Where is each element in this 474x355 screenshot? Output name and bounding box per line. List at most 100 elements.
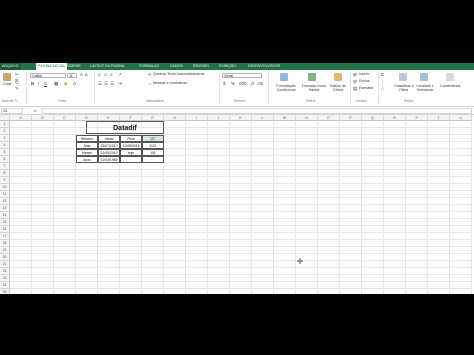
column-header[interactable]: J — [208, 115, 230, 121]
tab-file[interactable]: ARQUIVO — [0, 63, 21, 70]
font-size-box[interactable]: 11 — [67, 73, 77, 78]
fx-icon[interactable]: fx — [34, 108, 37, 114]
row-header[interactable]: 7 — [0, 163, 10, 170]
conditional-formatting-icon[interactable] — [280, 73, 288, 81]
table-cell[interactable]: 1121 — [142, 142, 164, 149]
delete-cells-button[interactable]: Excluir — [359, 79, 370, 84]
autosum-icon[interactable]: Σ — [381, 72, 384, 77]
tab-formulas[interactable]: FÓRMULAS — [139, 63, 159, 70]
tab-view[interactable]: EXIBIÇÃO — [219, 63, 236, 70]
row-header[interactable]: 11 — [0, 191, 10, 198]
column-header[interactable]: M — [274, 115, 296, 121]
row-header[interactable]: 21 — [0, 261, 10, 268]
comments-button[interactable]: Comentários — [440, 84, 460, 89]
column-header[interactable]: A — [10, 115, 32, 121]
format-as-table-icon[interactable] — [308, 73, 316, 81]
comma-style-icon[interactable]: 000 — [239, 81, 247, 86]
row-header[interactable]: 17 — [0, 233, 10, 240]
row-header[interactable]: 19 — [0, 247, 10, 254]
tab-review[interactable]: REVISÃO — [193, 63, 209, 70]
table-cell[interactable]: 11/08/2014 — [120, 142, 142, 149]
cut-icon[interactable]: ✂ — [15, 72, 19, 77]
format-cells-button[interactable]: Formatar — [359, 86, 374, 91]
wrap-text-button[interactable]: Quebrar Texto Automaticamente — [153, 72, 204, 77]
table-cell[interactable] — [120, 156, 142, 163]
italic-icon[interactable]: I — [38, 81, 39, 86]
merge-center-icon[interactable]: ⇔ — [148, 81, 153, 86]
row-header[interactable]: 9 — [0, 177, 10, 184]
row-header[interactable]: 18 — [0, 240, 10, 247]
bold-icon[interactable]: N — [31, 81, 34, 86]
table-header-cell[interactable]: Inicial — [98, 135, 120, 142]
table-cell[interactable]: Dias — [76, 142, 98, 149]
row-header[interactable]: 8 — [0, 170, 10, 177]
align-middle-icon[interactable]: ≡ — [104, 72, 107, 77]
row-header[interactable]: 14 — [0, 212, 10, 219]
increase-decimal-icon[interactable]: ,0 — [250, 81, 254, 86]
align-left-icon[interactable]: ☰ — [98, 81, 102, 86]
column-header[interactable]: I — [186, 115, 208, 121]
cell-styles-button[interactable]: Estilos de Célula — [327, 84, 349, 92]
paste-icon[interactable] — [3, 73, 11, 81]
table-cell[interactable]: 01/02/1984 — [98, 156, 120, 163]
column-header[interactable]: P — [340, 115, 362, 121]
table-cell[interactable] — [142, 156, 164, 163]
grow-font-icon[interactable]: A — [80, 72, 83, 77]
tab-page-layout[interactable]: LAYOUT DA PÁGINA — [90, 63, 124, 70]
table-header-cell[interactable]: QT. — [142, 135, 164, 142]
find-select-button[interactable]: Localizar e Selecionar — [414, 84, 436, 92]
tab-insert[interactable]: INSERIR — [66, 63, 81, 70]
borders-icon[interactable]: ▦ — [54, 81, 58, 86]
column-header[interactable]: R — [384, 115, 406, 121]
shrink-font-icon[interactable]: a — [85, 72, 88, 77]
column-header[interactable]: T — [428, 115, 450, 121]
column-header[interactable]: L — [252, 115, 274, 121]
format-cells-icon[interactable]: ▤ — [353, 86, 357, 91]
row-header[interactable]: 23 — [0, 275, 10, 282]
align-bottom-icon[interactable]: ≡ — [110, 72, 113, 77]
indent-icon[interactable]: ⇥ — [118, 81, 122, 86]
copy-icon[interactable]: ⎘ — [15, 79, 19, 84]
fill-icon[interactable]: ↓ — [381, 79, 383, 84]
column-header[interactable]: H — [164, 115, 186, 121]
row-header[interactable]: 1 — [0, 121, 10, 128]
row-header[interactable]: 24 — [0, 282, 10, 289]
tab-home[interactable]: PÁGINA INICIAL — [36, 63, 67, 70]
row-header[interactable]: 22 — [0, 268, 10, 275]
table-header-cell[interactable]: Retorno — [76, 135, 98, 142]
sort-filter-icon[interactable] — [399, 73, 407, 81]
name-box[interactable]: G1 — [1, 108, 23, 114]
column-header[interactable]: K — [230, 115, 252, 121]
table-cell[interactable]: 15/07/2010 — [98, 142, 120, 149]
currency-icon[interactable]: $ — [223, 81, 226, 86]
align-center-icon[interactable]: ☰ — [104, 81, 108, 86]
row-header[interactable]: 13 — [0, 205, 10, 212]
row-header[interactable]: 16 — [0, 226, 10, 233]
format-as-table-button[interactable]: Formatar como Tabela — [299, 84, 329, 92]
font-name-box[interactable]: Calibri — [30, 73, 66, 78]
align-top-icon[interactable]: ≡ — [98, 72, 101, 77]
table-cell[interactable]: 101 — [142, 149, 164, 156]
table-cell[interactable]: 31/05/2010 — [98, 149, 120, 156]
table-cell[interactable]: Meses — [76, 149, 98, 156]
row-header[interactable]: 25 — [0, 289, 10, 294]
percent-icon[interactable]: % — [231, 81, 235, 86]
row-header[interactable]: 15 — [0, 219, 10, 226]
column-header[interactable]: O — [318, 115, 340, 121]
align-right-icon[interactable]: ☰ — [110, 81, 114, 86]
column-header[interactable]: C — [54, 115, 76, 121]
format-painter-icon[interactable]: ✎ — [15, 86, 19, 91]
row-header[interactable]: 2 — [0, 128, 10, 135]
insert-cells-icon[interactable]: ⊞ — [353, 72, 357, 77]
find-select-icon[interactable] — [420, 73, 428, 81]
tab-developer[interactable]: DESENVOLVEDOR — [248, 63, 280, 70]
row-header[interactable]: 3 — [0, 135, 10, 142]
delete-cells-icon[interactable]: ⊟ — [353, 79, 357, 84]
table-header-cell[interactable]: Final — [120, 135, 142, 142]
orientation-icon[interactable]: ↗ — [118, 72, 122, 77]
row-header[interactable]: 12 — [0, 198, 10, 205]
row-header[interactable]: 4 — [0, 142, 10, 149]
formula-input[interactable] — [42, 108, 472, 114]
column-header[interactable]: Q — [362, 115, 384, 121]
table-cell[interactable]: hoje — [120, 149, 142, 156]
